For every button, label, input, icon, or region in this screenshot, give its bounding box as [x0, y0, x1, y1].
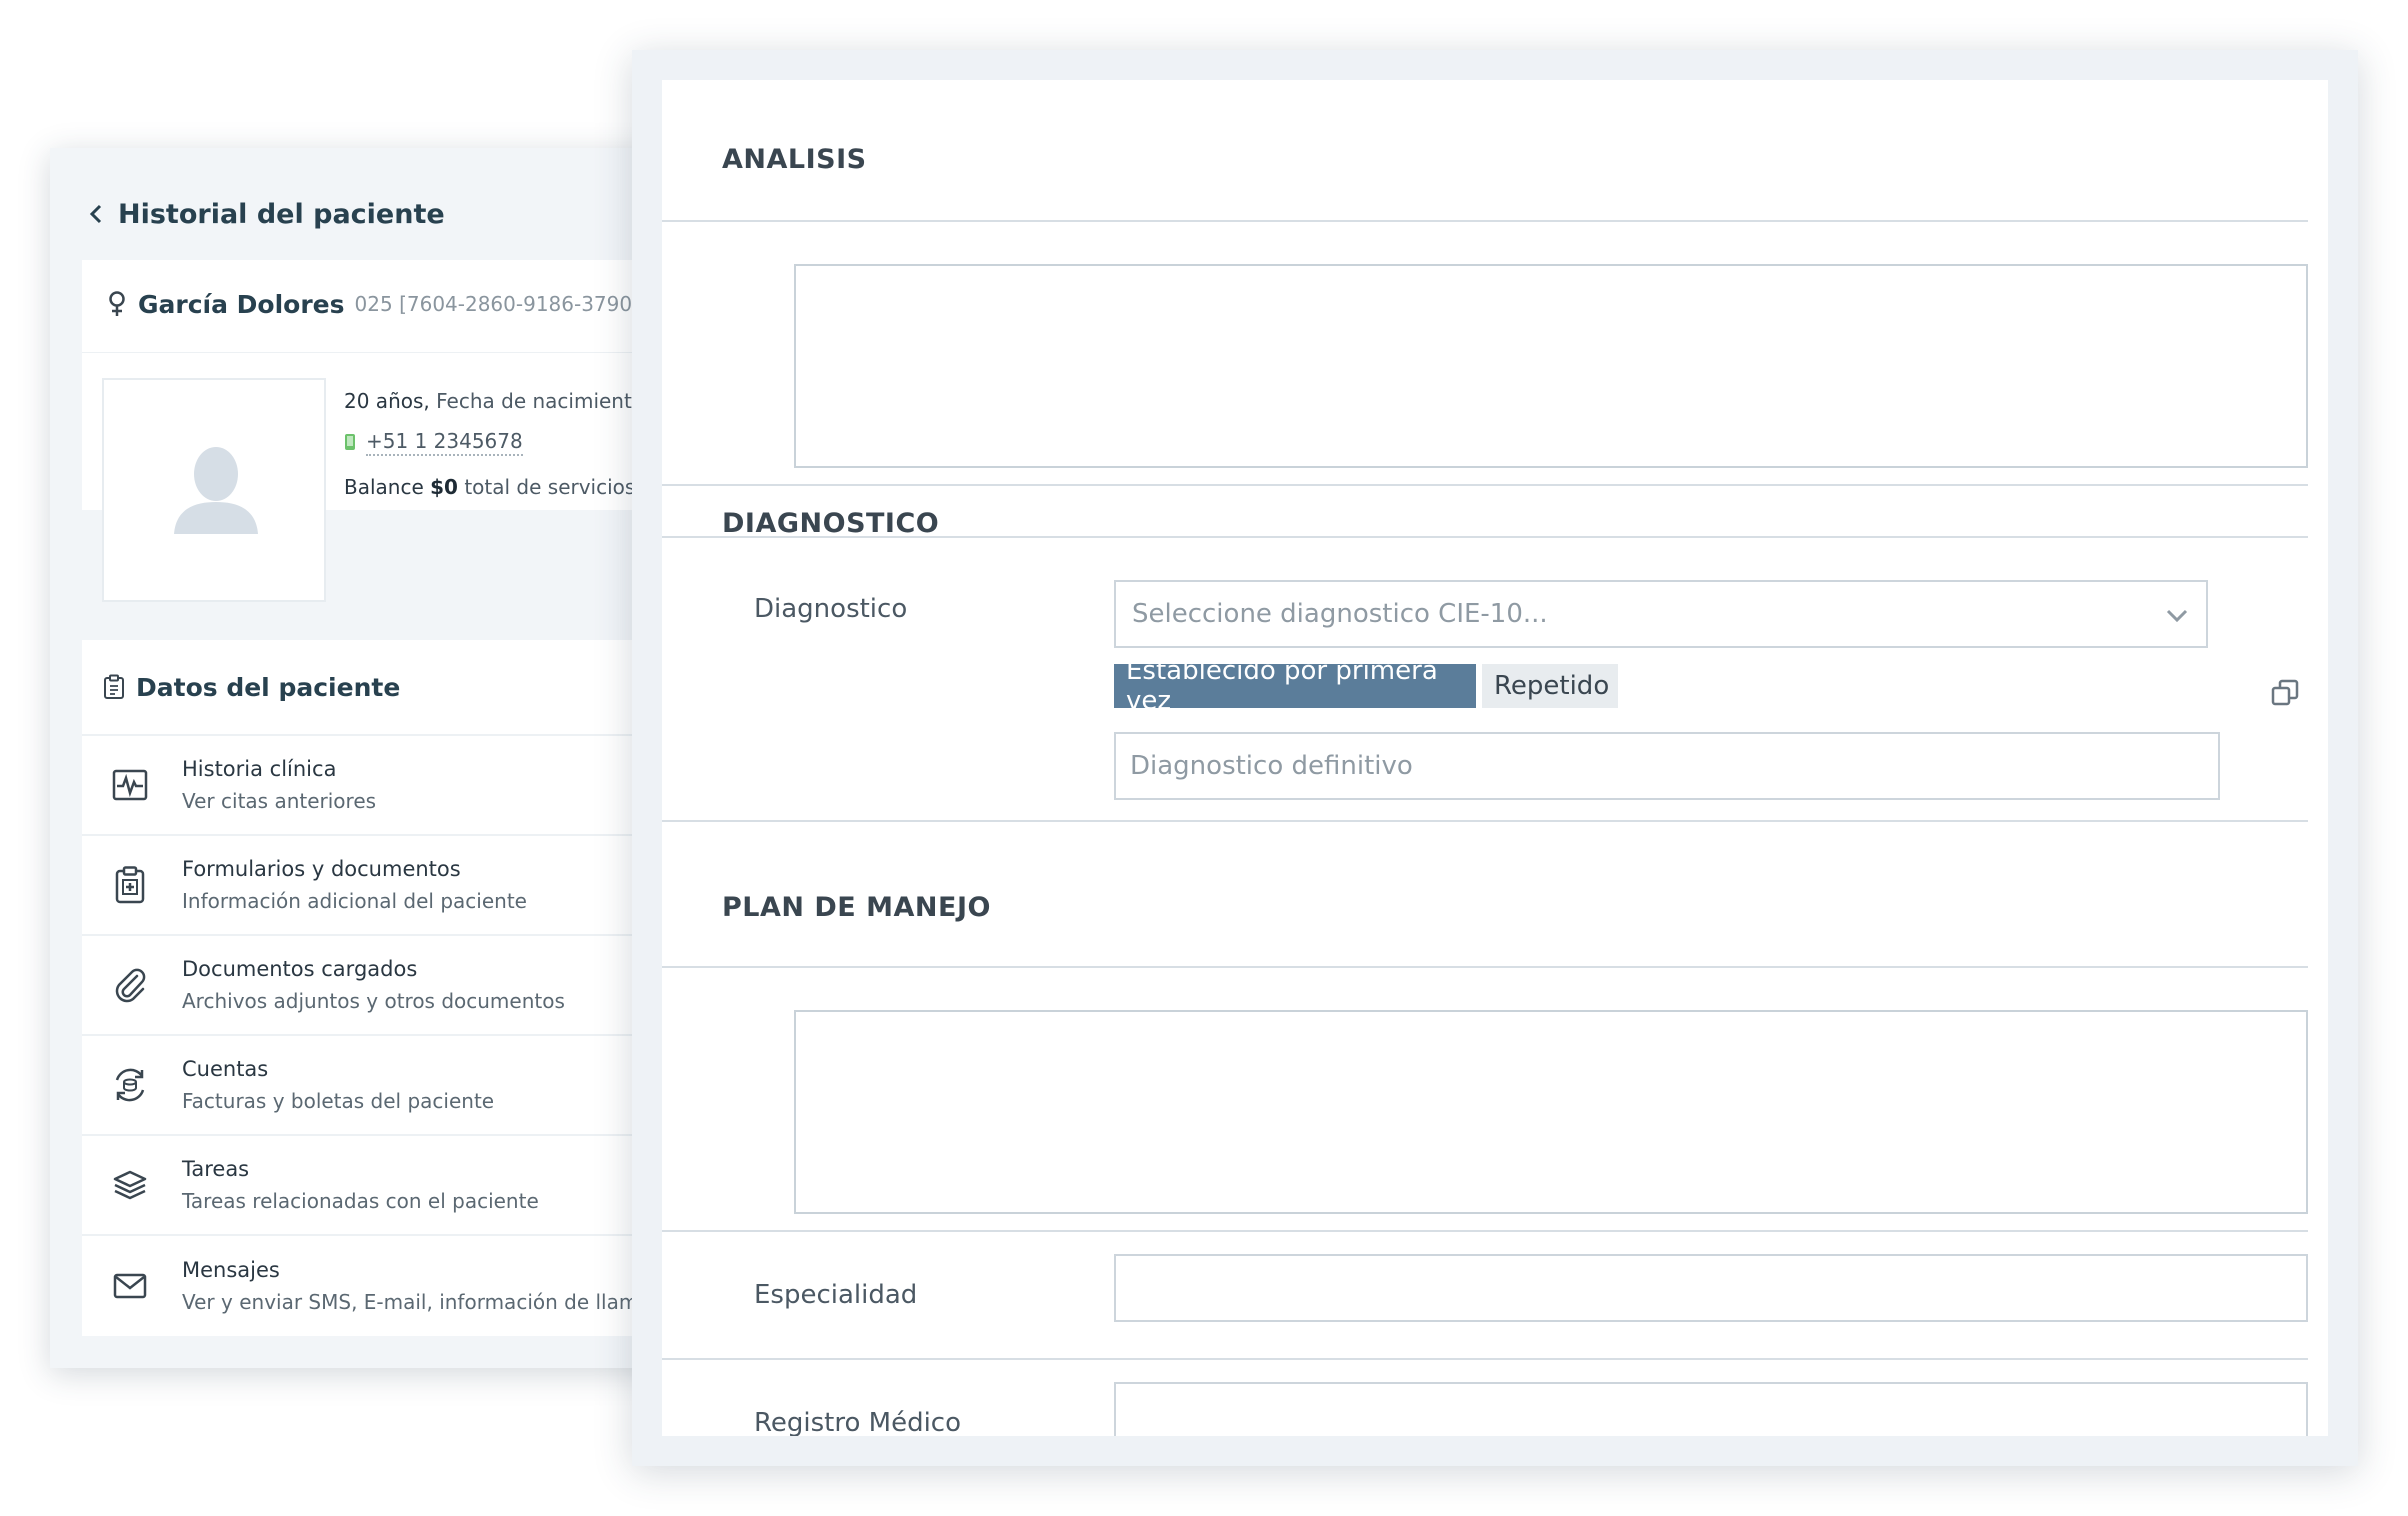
section-title-analisis: ANALISIS: [722, 144, 867, 175]
menu-item-title: Historia clínica: [182, 757, 337, 781]
menu-item-subtitle: Ver y enviar SMS, E-mail, información de…: [182, 1290, 662, 1314]
clipboard-plus-icon: [110, 865, 150, 905]
services-total-label: total de servicios r: [464, 475, 650, 499]
patient-identity: García Dolores 025 [7604-2860-9186-3790]: [106, 284, 640, 324]
envelope-icon: [110, 1266, 150, 1306]
menu-item-mensajes[interactable]: Mensajes Ver y enviar SMS, E-mail, infor…: [82, 1236, 670, 1336]
copy-icon[interactable]: [2270, 678, 2300, 708]
coins-refresh-icon: [110, 1065, 150, 1105]
heartbeat-icon: [110, 765, 150, 805]
especialidad-field[interactable]: [1114, 1254, 2308, 1322]
clinical-form: ANALISIS DIAGNOSTICO Diagnostico Selecci…: [662, 80, 2328, 1436]
age-line: 20 años, Fecha de nacimiento: [344, 380, 650, 423]
birth-date-label: Fecha de nacimiento: [436, 389, 645, 413]
user-silhouette-icon: [174, 447, 258, 534]
diagnostico-select-placeholder: Seleccione diagnostico CIE-10...: [1132, 599, 1548, 629]
menu-item-title: Formularios y documentos: [182, 857, 461, 881]
menu-item-subtitle: Ver citas anteriores: [182, 789, 377, 813]
patient-data-menu: Datos del paciente Historia clínica Ver …: [82, 640, 670, 1336]
page-title: Historial del paciente: [118, 198, 445, 230]
clinical-form-modal: ANALISIS DIAGNOSTICO Diagnostico Selecci…: [632, 50, 2358, 1466]
phone-number[interactable]: +51 1 2345678: [366, 428, 523, 456]
analisis-textarea[interactable]: [794, 264, 2308, 468]
menu-item-historia-clinica[interactable]: Historia clínica Ver citas anteriores: [82, 736, 670, 836]
menu-item-subtitle: Facturas y boletas del paciente: [182, 1089, 495, 1113]
divider: [82, 352, 670, 353]
patient-id: 025 [7604-2860-9186-3790]: [354, 292, 640, 316]
patient-name[interactable]: García Dolores: [138, 290, 345, 319]
layers-icon: [110, 1165, 150, 1205]
balance-value: $0: [430, 475, 458, 499]
menu-item-title: Documentos cargados: [182, 957, 418, 981]
chevron-left-icon: [89, 204, 102, 224]
menu-item-title: Cuentas: [182, 1057, 269, 1081]
toggle-first-time[interactable]: Establecido por primera vez: [1114, 656, 1476, 716]
diagnostico-definitivo-placeholder: Diagnostico definitivo: [1130, 751, 1413, 781]
menu-title: Datos del paciente: [136, 672, 401, 702]
registro-medico-label: Registro Médico: [754, 1408, 962, 1436]
especialidad-label: Especialidad: [754, 1280, 918, 1310]
back-link[interactable]: Historial del paciente: [86, 186, 445, 242]
menu-item-subtitle: Archivos adjuntos y otros documentos: [182, 989, 565, 1013]
toggle-repeated[interactable]: Repetido: [1482, 664, 1618, 708]
menu-item-subtitle: Información adicional del paciente: [182, 889, 527, 913]
divider: [662, 1358, 2308, 1360]
menu-item-title: Tareas: [182, 1157, 250, 1181]
plan-textarea[interactable]: [794, 1010, 2308, 1214]
balance-line: Balance $0 total de servicios r: [344, 466, 650, 509]
balance-label: Balance: [344, 475, 424, 499]
phone-line: +51 1 2345678: [344, 428, 523, 456]
divider: [662, 484, 2308, 486]
clipboard-icon: [104, 674, 124, 699]
registro-medico-field[interactable]: [1114, 1382, 2308, 1436]
diagnostico-label: Diagnostico: [754, 594, 908, 624]
divider: [662, 820, 2308, 822]
menu-item-tareas[interactable]: Tareas Tareas relacionadas con el pacien…: [82, 1136, 670, 1236]
menu-header: Datos del paciente: [82, 640, 670, 736]
female-icon: [109, 291, 125, 316]
menu-item-title: Mensajes: [182, 1258, 280, 1282]
divider: [662, 536, 2308, 538]
divider: [662, 220, 2308, 222]
chevron-down-icon: [2166, 609, 2188, 623]
section-title-plan: PLAN DE MANEJO: [722, 892, 991, 923]
diagnostico-definitivo-field[interactable]: Diagnostico definitivo: [1114, 732, 2220, 800]
patient-history-panel: Historial del paciente García Dolores 02…: [50, 148, 670, 1368]
patient-age: 20 años,: [344, 389, 430, 413]
section-title-diagnostico: DIAGNOSTICO: [722, 508, 940, 539]
menu-item-subtitle: Tareas relacionadas con el paciente: [182, 1189, 539, 1213]
menu-item-formularios[interactable]: Formularios y documentos Información adi…: [82, 836, 670, 936]
divider: [662, 1230, 2308, 1232]
patient-info: 20 años, Fecha de nacimiento +51 1 23456…: [344, 380, 650, 509]
avatar[interactable]: [102, 378, 326, 602]
menu-item-documentos[interactable]: Documentos cargados Archivos adjuntos y …: [82, 936, 670, 1036]
menu-item-cuentas[interactable]: Cuentas Facturas y boletas del paciente: [82, 1036, 670, 1136]
paperclip-icon: [110, 965, 150, 1005]
patient-summary: García Dolores 025 [7604-2860-9186-3790]…: [82, 260, 670, 602]
mobile-phone-icon: [345, 434, 355, 450]
diagnostico-select[interactable]: Seleccione diagnostico CIE-10...: [1114, 580, 2208, 648]
divider: [662, 966, 2308, 968]
